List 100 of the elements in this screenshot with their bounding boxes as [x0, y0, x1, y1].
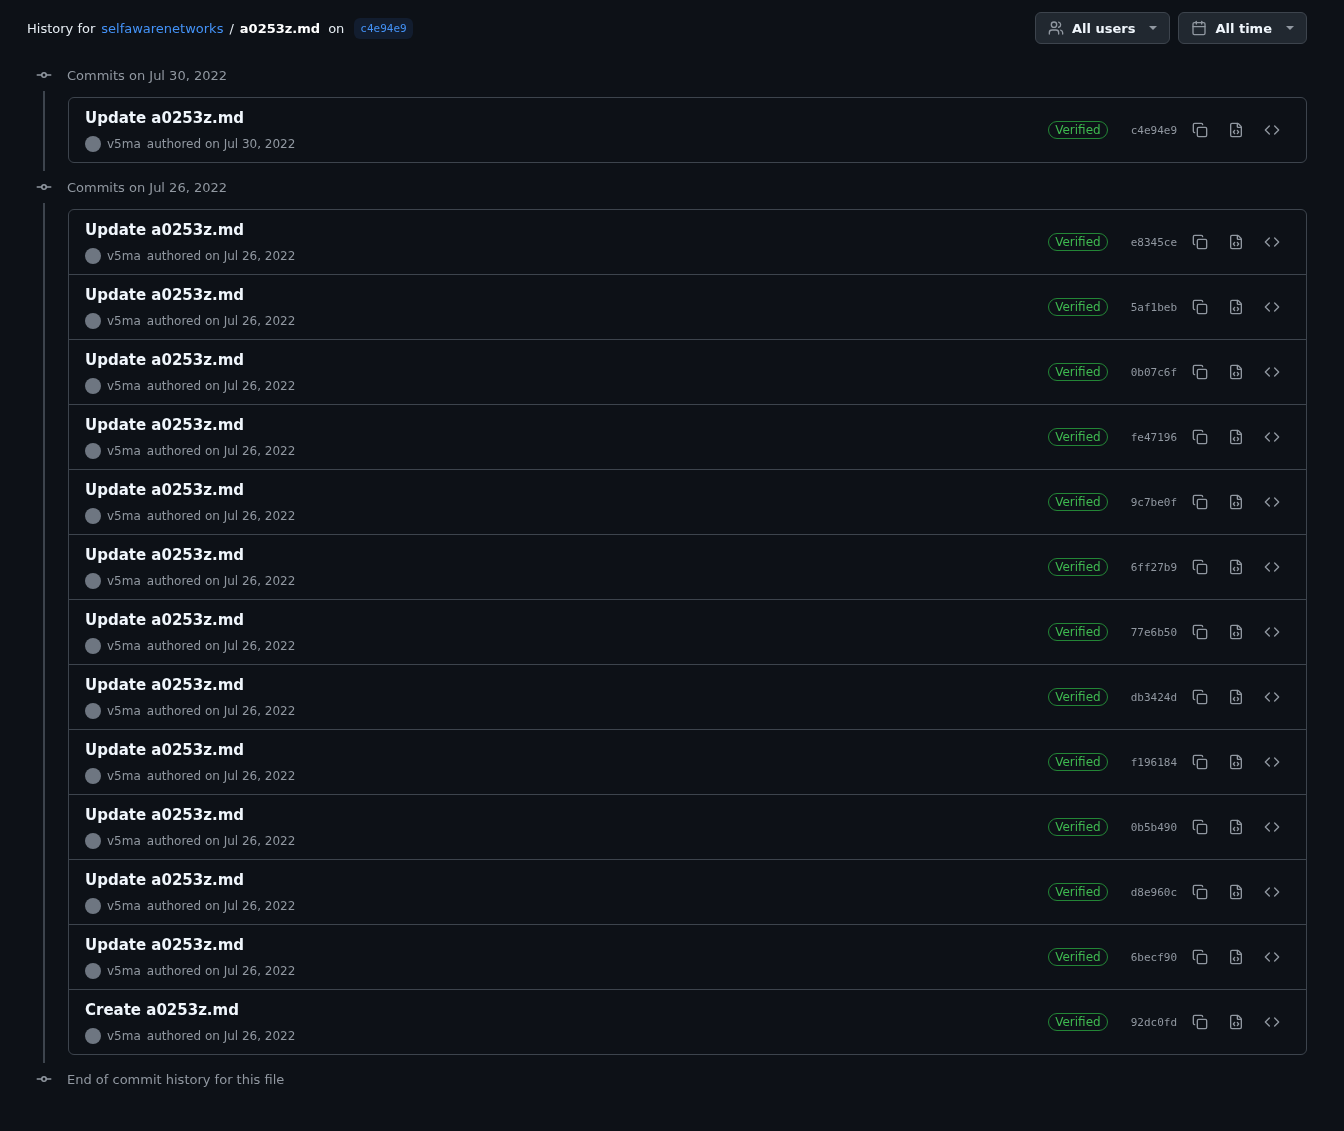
commit-date: authored on Jul 26, 2022 — [146, 833, 296, 850]
code-icon — [1264, 494, 1280, 510]
commit-title[interactable]: Update a0253z.md — [85, 543, 244, 567]
code-icon — [1264, 1014, 1280, 1030]
commit-title[interactable]: Update a0253z.md — [85, 478, 244, 502]
author-link[interactable]: v5ma — [107, 571, 141, 591]
commit-sha[interactable]: 0b5b490 — [1130, 820, 1177, 834]
copy-icon — [1192, 234, 1208, 250]
file-code-icon — [1228, 754, 1244, 770]
copy-icon — [1192, 122, 1208, 138]
author-link[interactable]: v5ma — [107, 896, 141, 916]
author-link[interactable]: v5ma — [107, 701, 141, 721]
copy-icon — [1192, 364, 1208, 380]
commit-date: authored on Jul 26, 2022 — [146, 248, 296, 265]
commit-sha[interactable]: f196184 — [1130, 755, 1177, 769]
file-code-icon — [1228, 1014, 1244, 1030]
commit-date: authored on Jul 26, 2022 — [146, 443, 296, 460]
copy-icon — [1192, 494, 1208, 510]
author-link[interactable]: v5ma — [107, 441, 141, 461]
commit-title[interactable]: Update a0253z.md — [85, 348, 244, 372]
path-separator: / — [229, 20, 234, 36]
copy-icon — [1192, 884, 1208, 900]
commit-title[interactable]: Update a0253z.md — [85, 868, 244, 892]
file-code-icon — [1228, 494, 1244, 510]
file-code-icon — [1228, 884, 1244, 900]
commit-title[interactable]: Update a0253z.md — [85, 803, 244, 827]
calendar-icon — [1191, 20, 1208, 36]
commit-title[interactable]: Create a0253z.md — [85, 998, 239, 1022]
author-link[interactable]: v5ma — [107, 961, 141, 981]
avatar — [85, 313, 101, 329]
commit-date: authored on Jul 26, 2022 — [146, 638, 296, 655]
commit-date: authored on Jul 26, 2022 — [146, 573, 296, 590]
caret-icon — [1286, 26, 1294, 30]
commit-sha[interactable]: fe47196 — [1130, 430, 1177, 444]
commit-date: authored on Jul 26, 2022 — [146, 378, 296, 395]
code-icon — [1264, 234, 1280, 250]
code-icon — [1264, 299, 1280, 315]
copy-icon — [1192, 299, 1208, 315]
copy-icon — [1192, 429, 1208, 445]
commit-title[interactable]: Update a0253z.md — [85, 413, 244, 437]
filter-dropdown[interactable]: All time — [1178, 12, 1307, 44]
avatar — [85, 1028, 101, 1044]
author-link[interactable]: v5ma — [107, 766, 141, 786]
commit-sha[interactable]: e8345ce — [1130, 235, 1177, 249]
commit-title[interactable]: Update a0253z.md — [85, 106, 244, 130]
people-icon — [1048, 20, 1064, 36]
commit-date: authored on Jul 30, 2022 — [146, 136, 296, 153]
repo-link[interactable]: selfawarenetworks — [101, 20, 224, 36]
file-code-icon — [1228, 949, 1244, 965]
commit-sha[interactable]: 92dc0fd — [1130, 1015, 1177, 1029]
avatar — [85, 833, 101, 849]
copy-icon — [1192, 819, 1208, 835]
file-code-icon — [1228, 299, 1244, 315]
code-icon — [1264, 689, 1280, 705]
commit-title[interactable]: Update a0253z.md — [85, 283, 244, 307]
commit-title[interactable]: Update a0253z.md — [85, 608, 244, 632]
author-link[interactable]: v5ma — [107, 134, 141, 154]
commit-sha[interactable]: 6ff27b9 — [1130, 560, 1177, 574]
commit-sha[interactable]: c4e94e9 — [1130, 123, 1177, 137]
avatar — [85, 703, 101, 719]
author-link[interactable]: v5ma — [107, 1026, 141, 1046]
author-link[interactable]: v5ma — [107, 636, 141, 656]
commit-date: authored on Jul 26, 2022 — [146, 703, 296, 720]
on-label: on — [328, 20, 345, 36]
avatar — [85, 768, 101, 784]
copy-icon — [1192, 559, 1208, 575]
filter-dropdown[interactable]: All users — [1035, 12, 1171, 44]
commit-title[interactable]: Update a0253z.md — [85, 673, 244, 697]
avatar — [85, 378, 101, 394]
author-link[interactable]: v5ma — [107, 831, 141, 851]
code-icon — [1264, 559, 1280, 575]
avatar — [85, 443, 101, 459]
commit-sha[interactable]: db3424d — [1130, 690, 1177, 704]
code-icon — [1264, 429, 1280, 445]
commit-sha[interactable]: 9c7be0f — [1130, 495, 1177, 509]
commit-title[interactable]: Update a0253z.md — [85, 218, 244, 242]
avatar — [85, 508, 101, 524]
avatar — [85, 248, 101, 264]
commit-date: authored on Jul 26, 2022 — [146, 963, 296, 980]
copy-icon — [1192, 624, 1208, 640]
copy-icon — [1192, 949, 1208, 965]
date-heading: Commits on Jul 30, 2022 — [67, 67, 227, 83]
commit-date: authored on Jul 26, 2022 — [146, 508, 296, 525]
file-code-icon — [1228, 624, 1244, 640]
commit-title[interactable]: Update a0253z.md — [85, 933, 244, 957]
author-link[interactable]: v5ma — [107, 376, 141, 396]
author-link[interactable]: v5ma — [107, 246, 141, 266]
commit-sha[interactable]: 0b07c6f — [1130, 365, 1177, 379]
code-icon — [1264, 949, 1280, 965]
copy-icon — [1192, 754, 1208, 770]
avatar — [85, 963, 101, 979]
commit-sha[interactable]: d8e960c — [1130, 885, 1177, 899]
commit-date: authored on Jul 26, 2022 — [146, 1028, 296, 1045]
commit-sha[interactable]: 6becf90 — [1130, 950, 1177, 964]
commit-sha[interactable]: 5af1beb — [1130, 300, 1177, 314]
author-link[interactable]: v5ma — [107, 506, 141, 526]
commit-sha[interactable]: 77e6b50 — [1130, 625, 1177, 639]
author-link[interactable]: v5ma — [107, 311, 141, 331]
commit-ref[interactable]: c4e94e9 — [354, 17, 413, 39]
commit-title[interactable]: Update a0253z.md — [85, 738, 244, 762]
